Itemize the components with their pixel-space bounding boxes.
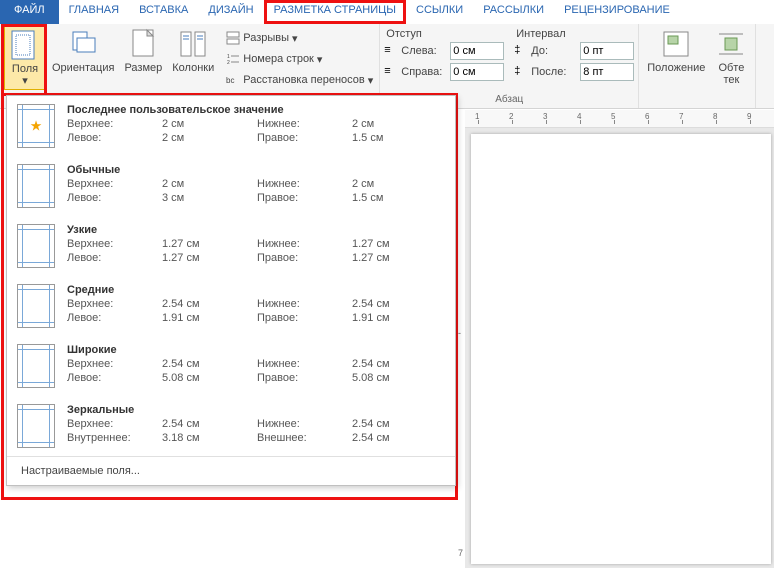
- tab-insert[interactable]: ВСТАВКА: [129, 0, 198, 24]
- size-button[interactable]: Размер: [120, 26, 166, 76]
- preset-title: Обычные: [67, 164, 445, 176]
- indent-right-input[interactable]: [450, 63, 504, 81]
- margins-icon: [9, 29, 41, 61]
- breaks-button[interactable]: Разрывы▾: [224, 28, 375, 48]
- hyphenation-button[interactable]: bc Расстановка переносов▾: [224, 70, 375, 90]
- margin-preset-icon: [17, 104, 55, 148]
- margin-preset-1[interactable]: ОбычныеВерхнее:2 смНижнее:2 смЛевое:3 см…: [7, 156, 455, 216]
- svg-text:bc: bc: [226, 76, 234, 85]
- line-numbers-icon: 12: [226, 52, 240, 66]
- margin-preset-2[interactable]: УзкиеВерхнее:1.27 смНижнее:1.27 смЛевое:…: [7, 216, 455, 276]
- position-button[interactable]: Положение: [643, 26, 709, 76]
- spacing-after-input[interactable]: [580, 63, 634, 81]
- indent-left-input[interactable]: [450, 42, 504, 60]
- spacing-after-label: После:: [531, 66, 577, 78]
- indent-left-label: Слева:: [401, 45, 447, 57]
- spacing-before-icon: ‡: [514, 44, 528, 58]
- margin-preset-icon: [17, 164, 55, 208]
- interval-label: Интервал: [514, 28, 634, 40]
- size-icon: [127, 28, 159, 60]
- margins-dropdown: Последнее пользовательское значениеВерхн…: [6, 95, 456, 486]
- margin-preset-icon: [17, 284, 55, 328]
- indent-right-icon: ≡: [384, 65, 398, 79]
- spacing-before-input[interactable]: [580, 42, 634, 60]
- tab-mailings[interactable]: РАССЫЛКИ: [473, 0, 554, 24]
- orientation-button[interactable]: Ориентация: [48, 26, 118, 76]
- tab-home[interactable]: ГЛАВНАЯ: [59, 0, 129, 24]
- tab-file[interactable]: ФАЙЛ: [0, 0, 59, 24]
- tab-design[interactable]: ДИЗАЙН: [198, 0, 263, 24]
- spacing-before-label: До:: [531, 45, 577, 57]
- custom-margins-button[interactable]: Настраиваемые поля...: [7, 456, 455, 485]
- columns-icon: [177, 28, 209, 60]
- margins-button[interactable]: Поля▾: [4, 26, 46, 90]
- margin-preset-icon: [17, 224, 55, 268]
- indent-right-label: Справа:: [401, 66, 447, 78]
- breaks-icon: [226, 31, 240, 45]
- margin-preset-5[interactable]: ЗеркальныеВерхнее:2.54 смНижнее:2.54 смВ…: [7, 396, 455, 456]
- horizontal-ruler[interactable]: 123456789: [465, 110, 774, 128]
- indent-label: Отступ: [384, 28, 504, 40]
- orientation-icon: [67, 28, 99, 60]
- wrap-text-button[interactable]: Обте тек: [711, 26, 751, 88]
- margin-preset-3[interactable]: СредниеВерхнее:2.54 смНижнее:2.54 смЛево…: [7, 276, 455, 336]
- margin-preset-4[interactable]: ШирокиеВерхнее:2.54 смНижнее:2.54 смЛево…: [7, 336, 455, 396]
- ribbon-tabs: ФАЙЛ ГЛАВНАЯ ВСТАВКА ДИЗАЙН РАЗМЕТКА СТР…: [0, 0, 774, 24]
- margin-preset-0[interactable]: Последнее пользовательское значениеВерхн…: [7, 96, 455, 156]
- tab-page-layout[interactable]: РАЗМЕТКА СТРАНИЦЫ: [264, 0, 406, 24]
- preset-title: Зеркальные: [67, 404, 445, 416]
- wrap-text-icon: [715, 28, 747, 60]
- margin-preset-icon: [17, 344, 55, 388]
- preset-title: Последнее пользовательское значение: [67, 104, 445, 116]
- indent-left-icon: ≡: [384, 44, 398, 58]
- margin-preset-icon: [17, 404, 55, 448]
- position-icon: [660, 28, 692, 60]
- spacing-after-icon: ‡: [514, 65, 528, 79]
- line-numbers-button[interactable]: 12 Номера строк▾: [224, 49, 375, 69]
- hyphenation-icon: bc: [226, 73, 240, 87]
- document-area: 123456789 - 7: [465, 110, 774, 568]
- svg-text:2: 2: [227, 60, 230, 66]
- document-page[interactable]: [471, 134, 771, 564]
- tab-references[interactable]: ССЫЛКИ: [406, 0, 473, 24]
- columns-button[interactable]: Колонки: [168, 26, 218, 76]
- preset-title: Средние: [67, 284, 445, 296]
- preset-title: Узкие: [67, 224, 445, 236]
- preset-title: Широкие: [67, 344, 445, 356]
- tab-review[interactable]: РЕЦЕНЗИРОВАНИЕ: [554, 0, 680, 24]
